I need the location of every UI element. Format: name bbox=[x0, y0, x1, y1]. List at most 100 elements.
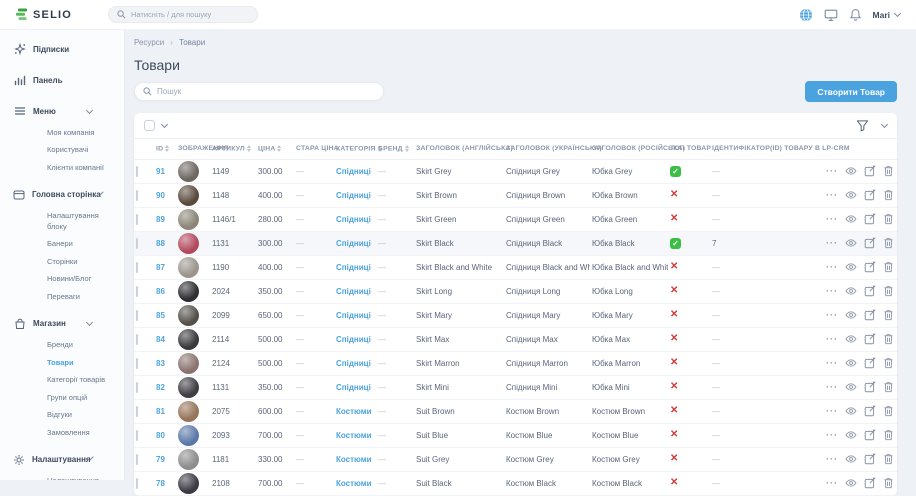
product-image[interactable] bbox=[178, 257, 199, 278]
user-menu[interactable]: Mari bbox=[873, 10, 900, 20]
product-image[interactable] bbox=[178, 233, 199, 254]
view-icon[interactable] bbox=[845, 286, 857, 296]
notifications-bell-icon[interactable] bbox=[849, 8, 862, 22]
delete-icon[interactable] bbox=[883, 333, 894, 345]
view-icon[interactable] bbox=[845, 358, 857, 368]
more-actions-icon[interactable]: ··· bbox=[826, 238, 838, 248]
view-icon[interactable] bbox=[845, 190, 857, 200]
product-image[interactable] bbox=[178, 473, 199, 494]
sidebar-item-subscriptions[interactable]: Підписки bbox=[0, 36, 124, 62]
sidebar-subitem[interactable]: Налаштування блоку bbox=[0, 208, 124, 236]
category-link[interactable]: Спідниці bbox=[336, 239, 371, 248]
edit-icon[interactable] bbox=[864, 453, 876, 465]
product-image[interactable] bbox=[178, 281, 199, 302]
sidebar-subitem[interactable]: Переваги bbox=[0, 288, 124, 306]
sidebar-item-shop[interactable]: Магазин bbox=[0, 311, 124, 337]
sidebar-subitem[interactable]: Відгуки bbox=[0, 407, 124, 425]
more-actions-icon[interactable]: ··· bbox=[826, 190, 838, 200]
category-link[interactable]: Спідниці bbox=[336, 167, 371, 176]
global-search[interactable] bbox=[108, 6, 258, 23]
product-image[interactable] bbox=[178, 305, 199, 326]
sort-arrows-icon[interactable] bbox=[277, 145, 281, 152]
category-link[interactable]: Костюми bbox=[336, 407, 372, 416]
product-id-link[interactable]: 85 bbox=[156, 311, 165, 320]
table-search[interactable] bbox=[134, 82, 384, 101]
product-image[interactable] bbox=[178, 353, 199, 374]
row-checkbox[interactable] bbox=[136, 454, 138, 465]
sidebar-subitem[interactable]: Моя компанія bbox=[0, 124, 124, 142]
edit-icon[interactable] bbox=[864, 189, 876, 201]
sidebar-subitem[interactable]: Бренди bbox=[0, 337, 124, 355]
select-dropdown-chevron-icon[interactable] bbox=[161, 121, 168, 128]
sort-arrows-icon[interactable] bbox=[247, 145, 251, 152]
delete-icon[interactable] bbox=[883, 189, 894, 201]
sort-arrows-icon[interactable] bbox=[405, 145, 409, 152]
delete-icon[interactable] bbox=[883, 261, 894, 273]
product-id-link[interactable]: 86 bbox=[156, 287, 165, 296]
product-id-link[interactable]: 90 bbox=[156, 191, 165, 200]
product-image[interactable] bbox=[178, 185, 199, 206]
global-search-input[interactable] bbox=[131, 10, 249, 19]
more-actions-icon[interactable]: ··· bbox=[826, 430, 838, 440]
view-icon[interactable] bbox=[845, 262, 857, 272]
delete-icon[interactable] bbox=[883, 453, 894, 465]
column-header[interactable]: ЦІНА bbox=[256, 139, 294, 159]
row-checkbox[interactable] bbox=[136, 334, 138, 345]
more-actions-icon[interactable]: ··· bbox=[826, 166, 838, 176]
sidebar-item-settings[interactable]: Налаштування bbox=[0, 447, 124, 473]
delete-icon[interactable] bbox=[883, 381, 894, 393]
product-id-link[interactable]: 89 bbox=[156, 215, 165, 224]
delete-icon[interactable] bbox=[883, 213, 894, 225]
edit-icon[interactable] bbox=[864, 333, 876, 345]
edit-icon[interactable] bbox=[864, 165, 876, 177]
delete-icon[interactable] bbox=[883, 285, 894, 297]
sidebar-subitem[interactable]: Користувачі bbox=[0, 142, 124, 160]
column-header[interactable]: БРЕНД bbox=[376, 139, 414, 159]
edit-icon[interactable] bbox=[864, 261, 876, 273]
product-id-link[interactable]: 91 bbox=[156, 167, 165, 176]
more-actions-icon[interactable]: ··· bbox=[826, 454, 838, 464]
view-icon[interactable] bbox=[845, 214, 857, 224]
view-icon[interactable] bbox=[845, 430, 857, 440]
view-icon[interactable] bbox=[845, 382, 857, 392]
row-checkbox[interactable] bbox=[136, 358, 138, 369]
row-checkbox[interactable] bbox=[136, 406, 138, 417]
view-icon[interactable] bbox=[845, 166, 857, 176]
product-id-link[interactable]: 88 bbox=[156, 239, 165, 248]
edit-icon[interactable] bbox=[864, 357, 876, 369]
sidebar-subitem[interactable]: Банери bbox=[0, 236, 124, 254]
more-actions-icon[interactable]: ··· bbox=[826, 214, 838, 224]
product-image[interactable] bbox=[178, 209, 199, 230]
row-checkbox[interactable] bbox=[136, 286, 138, 297]
edit-icon[interactable] bbox=[864, 309, 876, 321]
table-search-input[interactable] bbox=[157, 87, 375, 96]
delete-icon[interactable] bbox=[883, 309, 894, 321]
delete-icon[interactable] bbox=[883, 477, 894, 489]
product-image[interactable] bbox=[178, 377, 199, 398]
sidebar-subitem[interactable]: Сторінки bbox=[0, 253, 124, 271]
select-all-checkbox[interactable] bbox=[144, 120, 155, 131]
more-actions-icon[interactable]: ··· bbox=[826, 286, 838, 296]
sidebar-item-menu[interactable]: Меню bbox=[0, 98, 124, 124]
breadcrumb-parent[interactable]: Ресурси bbox=[134, 38, 164, 47]
product-image[interactable] bbox=[178, 449, 199, 470]
column-header[interactable]: ID bbox=[154, 139, 176, 159]
row-checkbox[interactable] bbox=[136, 214, 138, 225]
row-checkbox[interactable] bbox=[136, 310, 138, 321]
sidebar-subitem[interactable]: Категорії товарів bbox=[0, 372, 124, 390]
category-link[interactable]: Спідниці bbox=[336, 383, 371, 392]
product-image[interactable] bbox=[178, 329, 199, 350]
product-image[interactable] bbox=[178, 401, 199, 422]
product-image[interactable] bbox=[178, 161, 199, 182]
sidebar-subitem[interactable]: Групи опцій bbox=[0, 389, 124, 407]
more-actions-icon[interactable]: ··· bbox=[826, 310, 838, 320]
view-icon[interactable] bbox=[845, 454, 857, 464]
category-link[interactable]: Спідниці bbox=[336, 359, 371, 368]
more-actions-icon[interactable]: ··· bbox=[826, 262, 838, 272]
category-link[interactable]: Спідниці bbox=[336, 311, 371, 320]
edit-icon[interactable] bbox=[864, 477, 876, 489]
sort-arrows-icon[interactable] bbox=[165, 145, 169, 152]
row-checkbox[interactable] bbox=[136, 262, 138, 273]
category-link[interactable]: Спідниці bbox=[336, 287, 371, 296]
edit-icon[interactable] bbox=[864, 405, 876, 417]
